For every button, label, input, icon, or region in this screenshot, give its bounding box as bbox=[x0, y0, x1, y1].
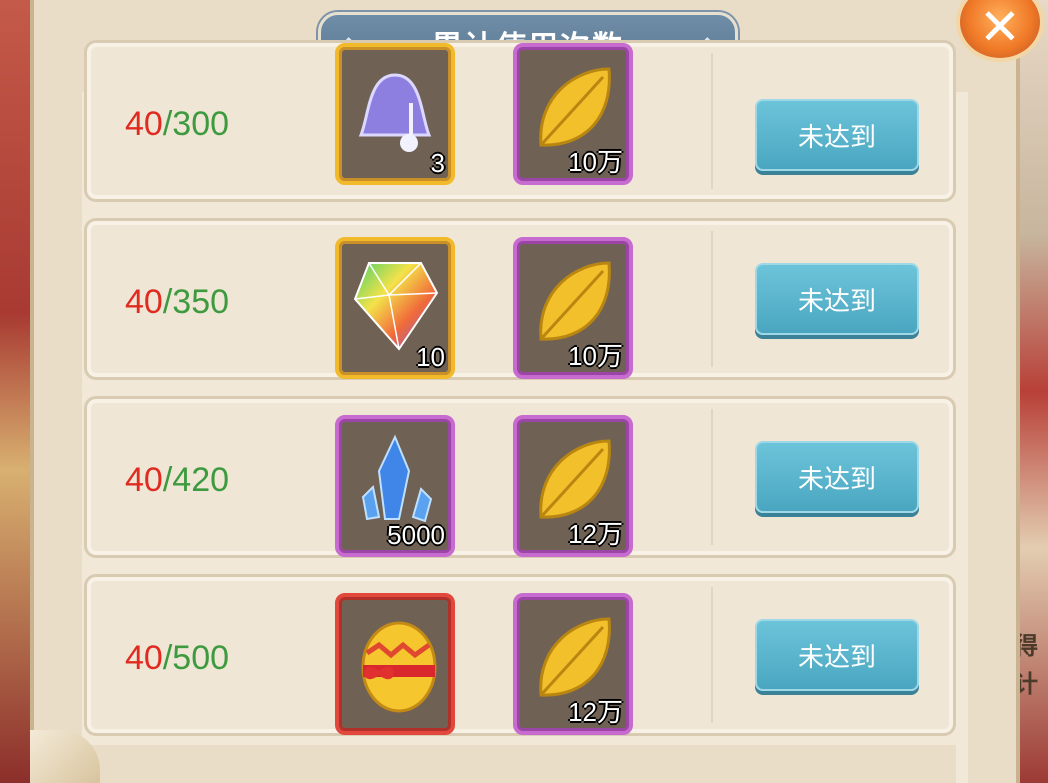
reward-item-blue-crystal[interactable]: 5000 bbox=[335, 415, 455, 557]
reward-quantity: 5000 bbox=[387, 520, 445, 550]
reward-item-rainbow-gem[interactable]: 10 bbox=[335, 237, 455, 379]
progress-text: 40/350 bbox=[125, 283, 230, 321]
reward-row: 40/300 3 10万 未达到 bbox=[84, 40, 956, 202]
progress-text: 40/500 bbox=[125, 639, 230, 677]
music-bell-icon bbox=[358, 73, 432, 152]
close-x-icon: ✕ bbox=[979, 0, 1021, 56]
reward-item-gold-leaf[interactable]: 10万 bbox=[513, 237, 633, 379]
claim-status-button[interactable]: 未达到 bbox=[755, 263, 919, 335]
reward-quantity: 10万 bbox=[568, 341, 623, 371]
claim-status-button[interactable]: 未达到 bbox=[755, 441, 919, 513]
gift-egg-icon bbox=[361, 621, 437, 713]
reward-row: 40/420 5000 12万 未达到 bbox=[84, 396, 956, 558]
reward-row: 40/350 10 10万 未达到 bbox=[84, 218, 956, 380]
claim-status-button[interactable]: 未达到 bbox=[755, 99, 919, 171]
reward-quantity: 10万 bbox=[568, 147, 623, 177]
progress-text: 40/420 bbox=[125, 461, 230, 499]
progress-text: 40/300 bbox=[125, 105, 230, 143]
reward-item-music-bell[interactable]: 3 bbox=[335, 43, 455, 185]
claim-status-button[interactable]: 未达到 bbox=[755, 619, 919, 691]
reward-item-gold-leaf[interactable]: 12万 bbox=[513, 593, 633, 735]
reward-item-gift-egg[interactable] bbox=[335, 593, 455, 735]
reward-row: 40/500 12万 未达到 bbox=[84, 574, 956, 736]
reward-item-gold-leaf[interactable]: 12万 bbox=[513, 415, 633, 557]
reward-quantity: 3 bbox=[430, 148, 445, 178]
reward-quantity: 12万 bbox=[568, 697, 623, 727]
reward-quantity: 12万 bbox=[568, 519, 623, 549]
reward-item-gold-leaf[interactable]: 10万 bbox=[513, 43, 633, 185]
dialog-bottom-edge bbox=[84, 745, 956, 783]
reward-quantity: 10 bbox=[416, 342, 445, 372]
